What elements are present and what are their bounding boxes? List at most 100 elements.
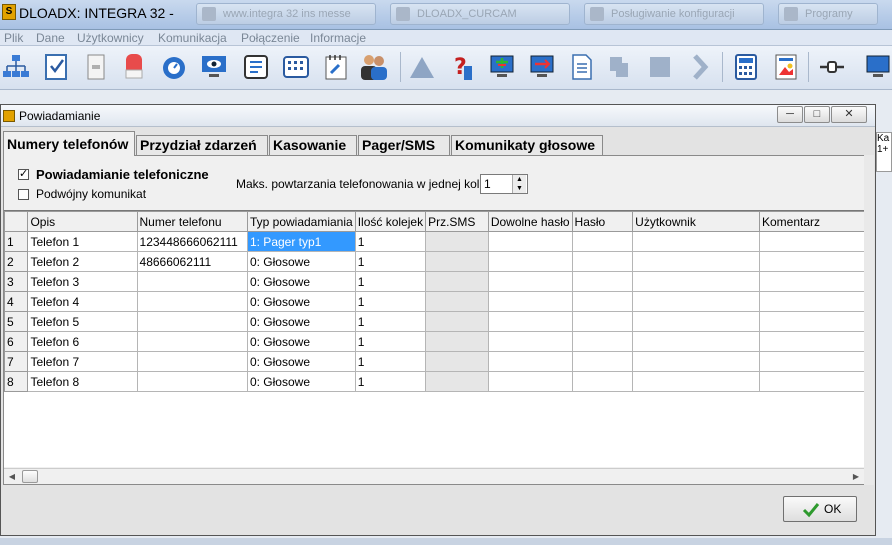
cell-ilosc[interactable]: 1	[354, 311, 427, 332]
cell-komentarz[interactable]	[758, 231, 865, 252]
cell-komentarz[interactable]	[758, 291, 865, 312]
column-header-uzytkownik[interactable]: Użytkownik	[632, 211, 760, 232]
users-icon[interactable]	[358, 50, 390, 84]
phone-card-icon[interactable]	[240, 50, 272, 84]
cell-dowolne-haslo[interactable]	[487, 331, 573, 352]
cell-haslo[interactable]	[571, 311, 634, 332]
taskbar-item-4[interactable]: Programy	[778, 3, 878, 25]
cell-opis[interactable]: Telefon 5	[27, 311, 138, 332]
cell-dowolne-haslo[interactable]	[487, 271, 573, 292]
cell-haslo[interactable]	[571, 231, 634, 252]
checklist-icon[interactable]	[40, 50, 72, 84]
cell-ilosc[interactable]: 1	[354, 251, 427, 272]
arrow-icon[interactable]	[684, 50, 716, 84]
cell-typ-selected[interactable]: 1: Pager typ1	[246, 231, 356, 252]
tab-pager-sms[interactable]: Pager/SMS	[358, 135, 450, 155]
cell-uzytkownik[interactable]	[632, 331, 760, 352]
table-row[interactable]: 7 Telefon 7 0: Głosowe 1	[4, 351, 865, 372]
cell-ilosc[interactable]: 1	[354, 231, 427, 252]
double-message-checkbox[interactable]	[18, 189, 29, 200]
cell-opis[interactable]: Telefon 4	[27, 291, 138, 312]
table-row[interactable]: 8 Telefon 8 0: Głosowe 1	[4, 371, 865, 392]
column-header-typ[interactable]: Typ powiadamiania	[246, 211, 356, 232]
cell-dowolne-haslo[interactable]	[487, 351, 573, 372]
cell-numer[interactable]	[136, 271, 248, 292]
siren-icon[interactable]	[118, 50, 150, 84]
cell-haslo[interactable]	[571, 271, 634, 292]
cell-dowolne-haslo[interactable]	[487, 311, 573, 332]
cell-typ[interactable]: 0: Głosowe	[246, 351, 356, 372]
triangle-icon[interactable]	[406, 50, 438, 84]
cell-numer[interactable]	[136, 291, 248, 312]
menu-uzytkownicy[interactable]: Użytkownicy	[77, 31, 144, 45]
row-header[interactable]: 2	[4, 251, 29, 272]
cell-haslo[interactable]	[571, 251, 634, 272]
tab-numery-telefonow[interactable]: Numery telefonów	[3, 131, 135, 156]
cell-numer[interactable]	[136, 311, 248, 332]
horizontal-scrollbar[interactable]: ◀ ▶	[4, 468, 865, 484]
column-header-numer[interactable]: Numer telefonu	[136, 211, 248, 232]
cell-typ[interactable]: 0: Głosowe	[246, 251, 356, 272]
row-header[interactable]: 6	[4, 331, 29, 352]
cell-ilosc[interactable]: 1	[354, 371, 427, 392]
row-header[interactable]: 1	[4, 231, 29, 252]
cell-uzytkownik[interactable]	[632, 311, 760, 332]
menu-polaczenie[interactable]: Połączenie	[241, 31, 300, 45]
cell-komentarz[interactable]	[758, 311, 865, 332]
cell-uzytkownik[interactable]	[632, 271, 760, 292]
image-icon[interactable]	[770, 50, 802, 84]
row-header[interactable]: 8	[4, 371, 29, 392]
cell-komentarz[interactable]	[758, 331, 865, 352]
tab-przydzial-zdarzen[interactable]: Przydział zdarzeń	[136, 135, 268, 155]
monitor-down-icon[interactable]	[486, 50, 518, 84]
cell-numer[interactable]: 48666062111	[136, 251, 248, 272]
cell-haslo[interactable]	[571, 331, 634, 352]
menu-plik[interactable]: Plik	[4, 31, 23, 45]
column-header-ilosc[interactable]: Ilość kolejek	[354, 211, 427, 232]
tab-komunikaty-glosowe[interactable]: Komunikaty głosowe	[451, 135, 603, 155]
cell-opis[interactable]: Telefon 3	[27, 271, 138, 292]
help-icon[interactable]: ?	[446, 50, 478, 84]
cell-ilosc[interactable]: 1	[354, 351, 427, 372]
column-header-dowolne-haslo[interactable]: Dowolne hasło	[487, 211, 573, 232]
cell-typ[interactable]: 0: Głosowe	[246, 291, 356, 312]
table-row[interactable]: 6 Telefon 6 0: Głosowe 1	[4, 331, 865, 352]
cell-komentarz[interactable]	[758, 251, 865, 272]
cell-opis[interactable]: Telefon 7	[27, 351, 138, 372]
cell-typ[interactable]: 0: Głosowe	[246, 331, 356, 352]
connect-icon[interactable]	[816, 50, 848, 84]
menu-dane[interactable]: Dane	[36, 31, 65, 45]
cell-haslo[interactable]	[571, 371, 634, 392]
ok-button[interactable]: OK	[783, 496, 857, 522]
row-header[interactable]: 5	[4, 311, 29, 332]
keypad-icon[interactable]	[280, 50, 312, 84]
minimize-button[interactable]: ─	[777, 106, 803, 123]
structure-icon[interactable]	[0, 50, 32, 84]
close-button[interactable]: ✕	[831, 106, 867, 123]
taskbar-item-2[interactable]: DLOADX_CURCAM	[390, 3, 570, 25]
cell-haslo[interactable]	[571, 351, 634, 372]
table-row[interactable]: 2 Telefon 2 48666062111 0: Głosowe 1	[4, 251, 865, 272]
monitor-send-icon[interactable]	[526, 50, 558, 84]
maximize-button[interactable]: □	[804, 106, 830, 123]
row-header[interactable]: 3	[4, 271, 29, 292]
cell-ilosc[interactable]: 1	[354, 291, 427, 312]
cell-opis[interactable]: Telefon 8	[27, 371, 138, 392]
cell-haslo[interactable]	[571, 291, 634, 312]
column-header-komentarz[interactable]: Komentarz	[758, 211, 865, 232]
square-icon[interactable]	[644, 50, 676, 84]
table-row[interactable]: 4 Telefon 4 0: Głosowe 1	[4, 291, 865, 312]
cell-numer[interactable]	[136, 331, 248, 352]
cell-opis[interactable]: Telefon 6	[27, 331, 138, 352]
cell-typ[interactable]: 0: Głosowe	[246, 371, 356, 392]
row-header[interactable]: 7	[4, 351, 29, 372]
cell-uzytkownik[interactable]	[632, 371, 760, 392]
column-header-opis[interactable]: Opis	[27, 211, 138, 232]
menu-informacje[interactable]: Informacje	[310, 31, 366, 45]
table-row[interactable]: 3 Telefon 3 0: Głosowe 1	[4, 271, 865, 292]
cell-uzytkownik[interactable]	[632, 291, 760, 312]
module-icon[interactable]	[80, 50, 112, 84]
document-icon[interactable]	[566, 50, 598, 84]
taskbar-item-1[interactable]: www.integra 32 ins messe	[196, 3, 376, 25]
spin-down-icon[interactable]: ▼	[513, 184, 526, 193]
